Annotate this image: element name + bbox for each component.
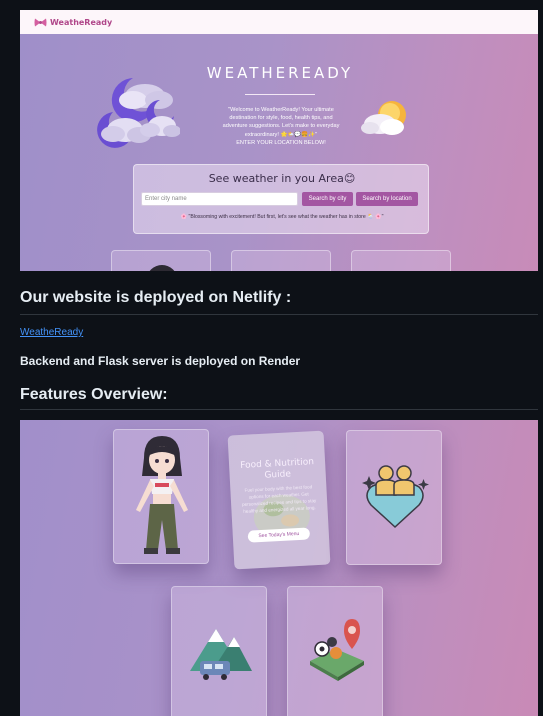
search-card-title: See weather in you Area😊 [208,172,356,185]
hero-screenshot: WeatheReady WEATHEREADY "Welcome to Weat… [20,10,538,271]
render-deploy-text: Backend and Flask server is deployed on … [20,354,301,368]
hero-intro: "Welcome to WeatherReady! Your ultimate … [218,106,344,147]
intro-line: ENTER YOUR LOCATION BELOW! [236,139,326,146]
search-by-location-button[interactable]: Search by location [356,192,418,206]
activities-feature-card [287,586,383,716]
sun-cloud-icon [361,101,406,135]
sports-map-icon [310,619,364,681]
feature-card-preview [231,250,331,271]
intro-line: "Welcome to WeatherReady! Your ultimate [228,107,334,113]
intro-line: adventure suggestions. Let's make to eve… [222,123,340,130]
style-feature-card [113,429,209,564]
intro-line: extraordinary! 🌟🌤️💬🍔✨" [244,131,318,138]
logo-text[interactable]: WeatheReady [50,18,112,27]
netlify-heading: Our website is deployed on Netlify : [20,289,292,306]
bow-icon [34,18,47,26]
weather-message: 🌸 "Blossoming with excitement! But first… [180,214,384,220]
travel-mountains-icon [190,629,252,680]
title-divider [245,94,315,95]
adventure-feature-card [171,586,267,716]
nutrition-feature-card: Food & Nutrition Guide Fuel your body wi… [227,430,331,570]
features-screenshot: Food & Nutrition Guide Fuel your body wi… [20,420,538,716]
weatheready-link[interactable]: WeatheReady [20,327,83,338]
city-input[interactable]: Enter city name [141,192,298,206]
health-hearts-icon [362,465,429,529]
health-feature-card [346,430,442,565]
weather-search-card: See weather in you Area😊 Enter city name… [133,164,429,234]
avatar-illustration [136,436,188,554]
nutrition-description: Fuel your body with the best food option… [241,484,317,514]
hero-section: WEATHEREADY "Welcome to WeatherReady! Yo… [20,34,538,271]
moon-cloud-small-icon [140,100,180,137]
feature-card-preview [111,250,211,271]
avatar-head-icon [149,265,175,271]
intro-line: destination for style, food, health tips… [229,115,333,122]
navbar: WeatheReady [20,10,538,34]
search-by-city-button[interactable]: Search by city [302,192,353,206]
hero-title: WEATHEREADY [206,64,354,82]
heading-divider [20,314,538,315]
heading-divider [20,409,538,410]
feature-card-preview [351,250,451,271]
features-heading: Features Overview: [20,386,168,403]
